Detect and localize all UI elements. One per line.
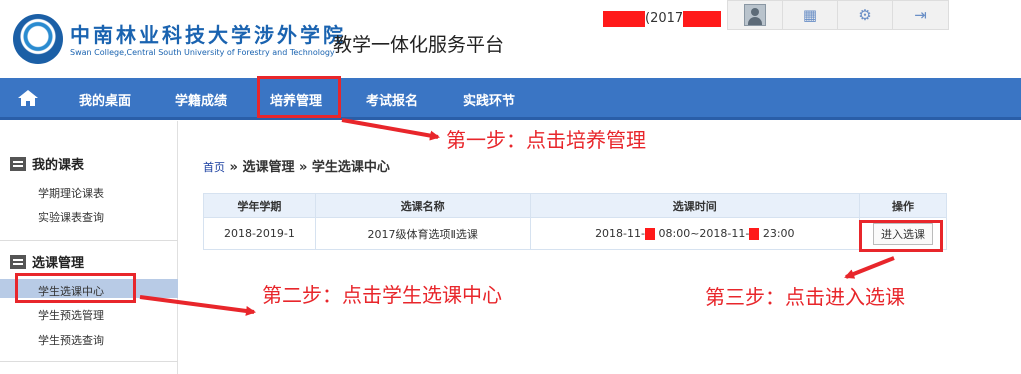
annotation-box-step3 [859, 220, 943, 252]
sidebar-divider [0, 361, 178, 362]
breadcrumb-sep: » [225, 160, 243, 175]
grid-icon: ▦ [802, 5, 818, 24]
user-id-text: (2017 [645, 11, 684, 26]
table-row: 2018-2019-1 2017级体育选项Ⅱ选课 2018-11- 08:00~… [203, 217, 947, 250]
col-header-name: 选课名称 [314, 193, 531, 218]
header: 中南林业科技大学涉外学院 Swan College,Central South … [0, 0, 1021, 78]
redaction-mark [603, 10, 645, 27]
sidebar-group-label: 我的课表 [32, 158, 85, 173]
col-header-time: 选课时间 [529, 193, 861, 218]
calendar-icon [10, 157, 26, 171]
breadcrumb-level1: 选课管理 [242, 160, 295, 175]
sidebar-group-course-selection[interactable]: 选课管理 [10, 252, 84, 271]
main-nav: 我的桌面 学籍成绩 培养管理 考试报名 实践环节 [0, 78, 1021, 120]
annotation-box-step2 [15, 273, 136, 303]
sidebar-group-label: 选课管理 [32, 256, 85, 271]
gear-icon: ⚙ [858, 5, 872, 24]
home-icon[interactable] [17, 89, 39, 107]
school-logo [13, 14, 63, 64]
annotation-step2: 第二步：点击学生选课中心 [262, 283, 502, 307]
time-end: 23:00 [759, 227, 795, 240]
sidebar-group-schedule[interactable]: 我的课表 [10, 154, 84, 173]
sidebar-item-lab-schedule[interactable]: 实验课表查询 [38, 209, 104, 225]
redaction-mark [683, 10, 722, 27]
course-selection-table: 学年学期 选课名称 选课时间 操作 2018-2019-1 2017级体育选项Ⅱ… [203, 193, 947, 250]
user-toolbar: ▦ ⚙ ⇥ [727, 0, 949, 30]
sidebar-item-preselect-query[interactable]: 学生预选查询 [38, 332, 104, 348]
platform-title: 教学一体化服务平台 [333, 34, 505, 56]
breadcrumb: 首页 » 选课管理 » 学生选课中心 [203, 156, 390, 175]
list-icon [10, 255, 26, 269]
cell-time: 2018-11- 08:00~2018-11- 23:00 [529, 217, 861, 250]
annotation-step1: 第一步：点击培养管理 [446, 128, 646, 152]
school-name-en: Swan College,Central South University of… [70, 48, 335, 57]
avatar [744, 4, 766, 26]
school-name-cn: 中南林业科技大学涉外学院 [70, 23, 346, 47]
col-header-action: 操作 [859, 193, 947, 218]
cell-term: 2018-2019-1 [203, 217, 316, 250]
sidebar-item-theory-schedule[interactable]: 学期理论课表 [38, 185, 104, 201]
nav-item-desktop[interactable]: 我的桌面 [79, 90, 131, 109]
apps-button[interactable]: ▦ [783, 1, 838, 29]
user-info: (2017 [603, 8, 722, 27]
cell-name: 2017级体育选项Ⅱ选课 [314, 217, 531, 250]
arrow-step3 [844, 256, 895, 279]
col-header-term: 学年学期 [203, 193, 316, 218]
annotation-step3: 第三步：点击进入选课 [705, 285, 905, 309]
logout-button[interactable]: ⇥ [893, 1, 948, 29]
arrow-step1 [341, 118, 440, 141]
avatar-button[interactable] [728, 1, 783, 29]
time-mid: 08:00~2018-11- [655, 227, 750, 240]
sidebar-item-preselect-manage[interactable]: 学生预选管理 [38, 307, 104, 323]
table-header-row: 学年学期 选课名称 选课时间 操作 [203, 193, 947, 218]
nav-item-practice[interactable]: 实践环节 [463, 90, 515, 109]
settings-button[interactable]: ⚙ [838, 1, 893, 29]
breadcrumb-home[interactable]: 首页 [203, 161, 225, 174]
nav-item-records[interactable]: 学籍成绩 [175, 90, 227, 109]
annotation-box-step1 [257, 76, 341, 118]
redaction-mark [645, 228, 655, 240]
breadcrumb-current: 学生选课中心 [311, 160, 390, 175]
nav-item-exam[interactable]: 考试报名 [366, 90, 418, 109]
logout-icon: ⇥ [914, 5, 927, 24]
breadcrumb-sep: » [294, 160, 312, 175]
time-start: 2018-11- [595, 227, 645, 240]
sidebar-divider [0, 240, 178, 241]
redaction-mark [749, 228, 760, 240]
